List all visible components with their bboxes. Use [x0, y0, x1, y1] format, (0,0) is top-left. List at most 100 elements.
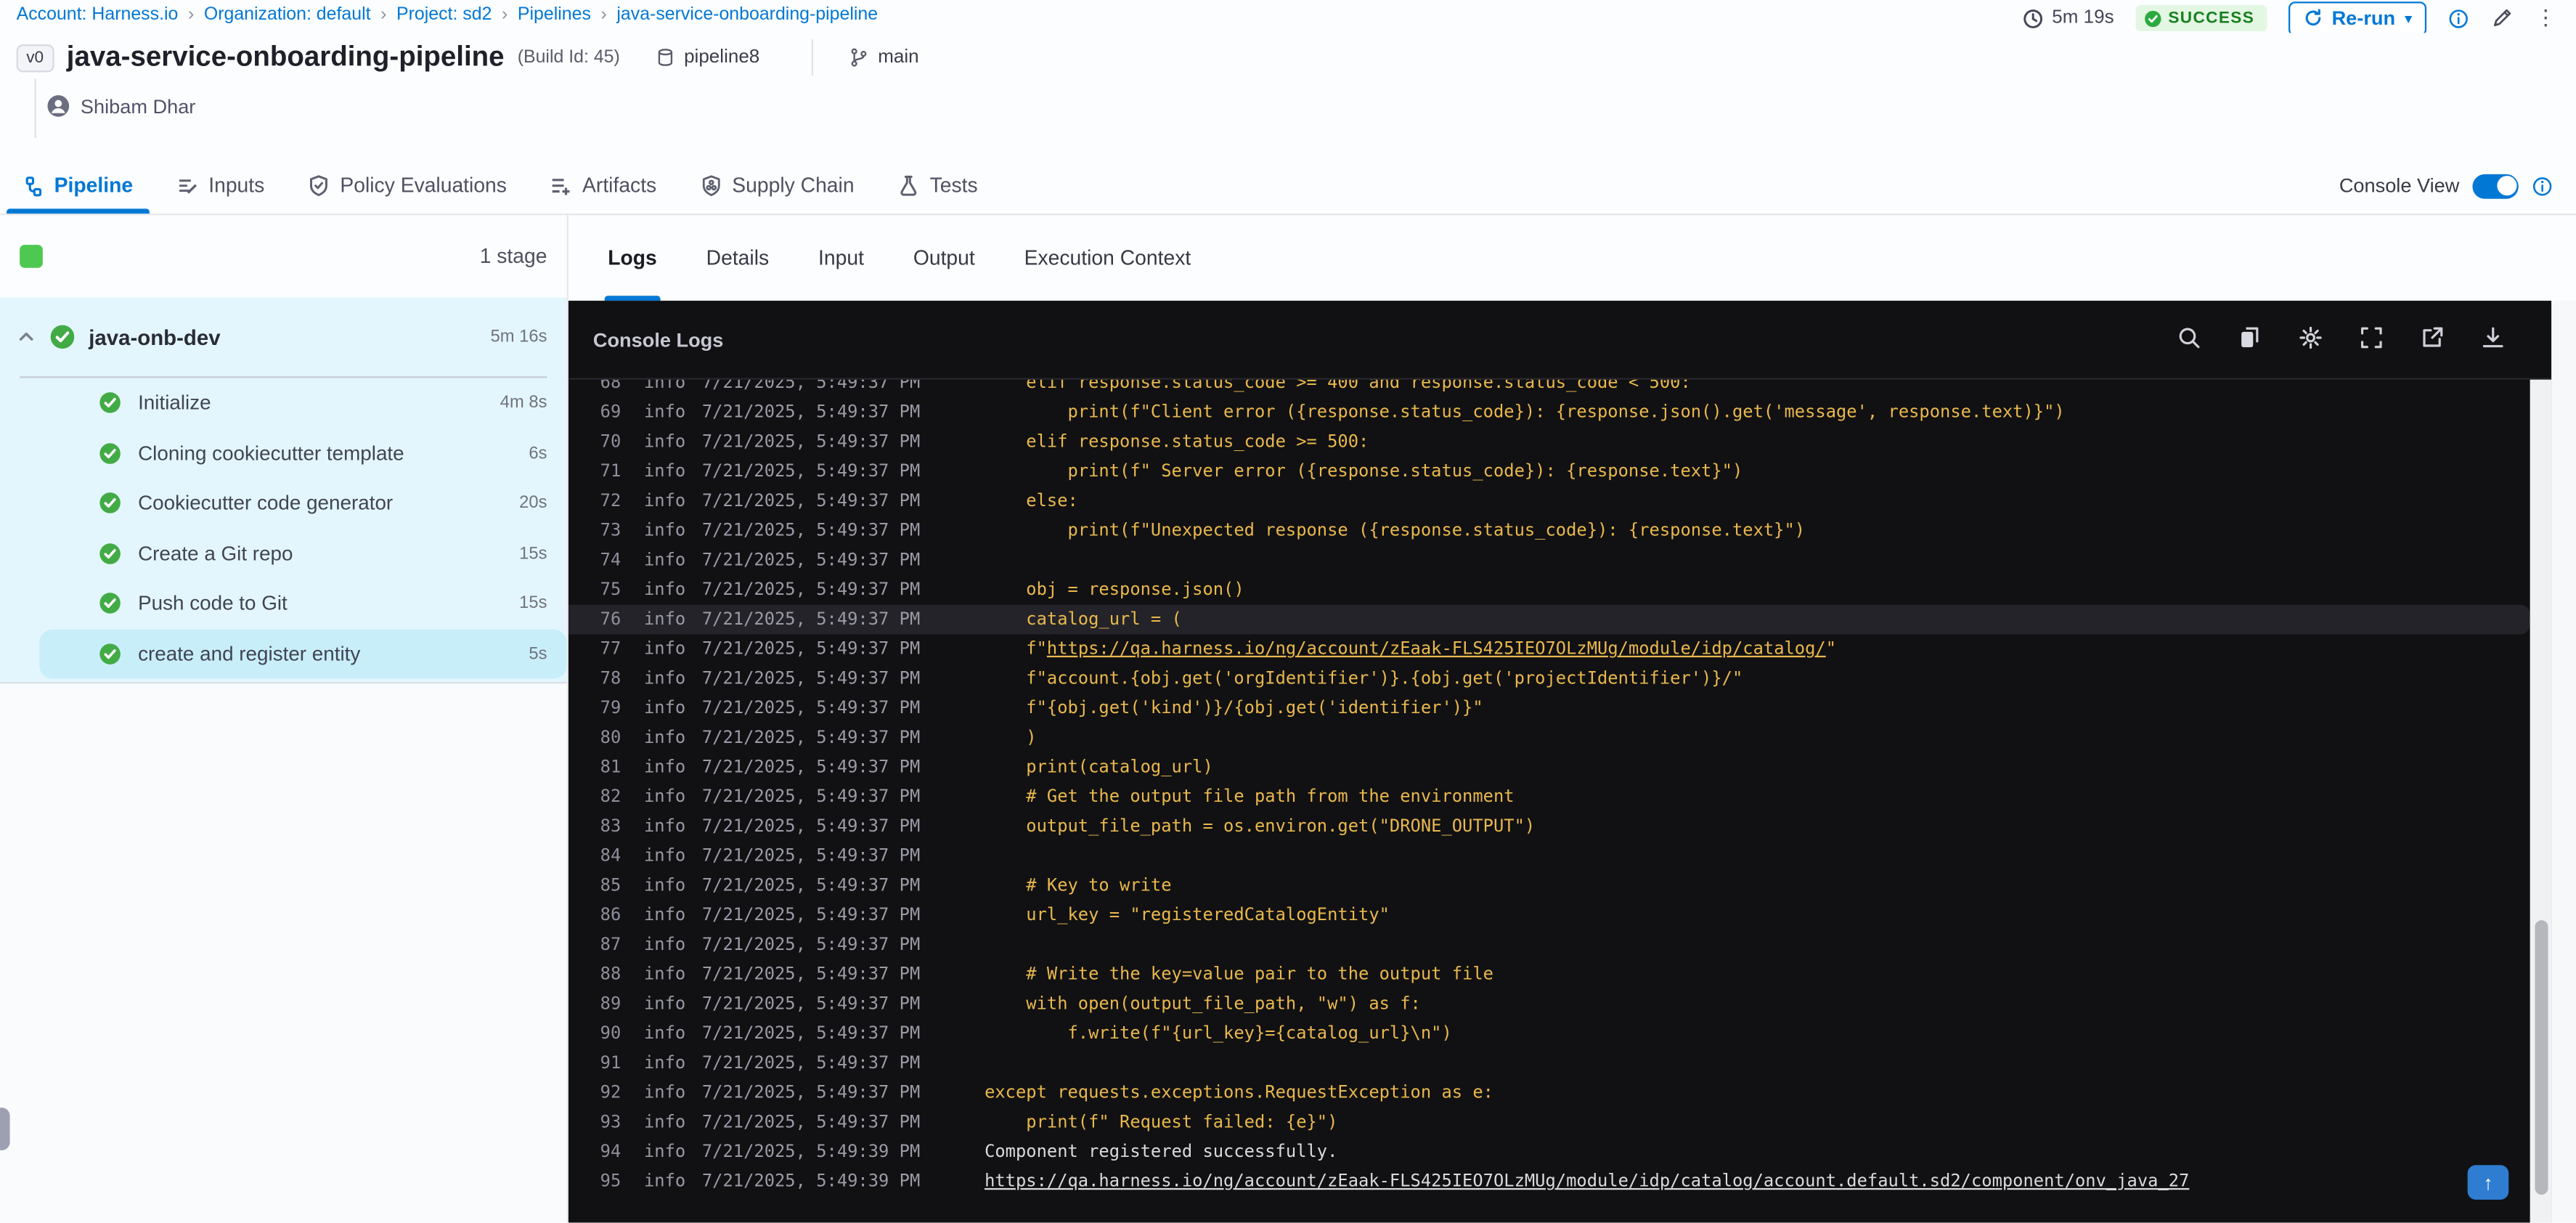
log-level: info: [644, 491, 686, 511]
stage-status-square: [20, 245, 43, 268]
copy-icon[interactable]: [2238, 325, 2262, 354]
log-text: except requests.exceptions.RequestExcept…: [985, 1083, 1493, 1102]
open-new-icon[interactable]: [2420, 325, 2445, 354]
step-duration: 15s: [519, 593, 547, 614]
console-panel: Console Logs 68 info 7/21/2025, 5:49:37 PM…: [568, 301, 2552, 1223]
step-create-and-register-entity[interactable]: create and register entity 5s: [39, 628, 567, 679]
log-tab-logs[interactable]: Logs: [604, 215, 660, 301]
step-push-code-to-git[interactable]: Push code to Git 15s: [0, 578, 567, 628]
tab-artifacts[interactable]: Artifacts: [550, 158, 656, 214]
tab-supply-chain[interactable]: Supply Chain: [699, 158, 855, 214]
log-line-number: 84: [600, 846, 621, 866]
log-text-segment: Component registered successfully.: [985, 1142, 1338, 1162]
log-text: obj = response.json(): [985, 580, 1244, 600]
branch-chip[interactable]: main: [850, 48, 919, 68]
breadcrumb-item-pipelines[interactable]: Pipelines: [518, 5, 591, 25]
log-line-number: 88: [600, 964, 621, 985]
log-link[interactable]: https://qa.harness.io/ng/account/zEaak-F…: [985, 1171, 2189, 1191]
log-tab-output[interactable]: Output: [913, 215, 975, 301]
title-block: v0 java-service-onboarding-pipeline (Bui…: [0, 33, 2576, 158]
fullscreen-icon[interactable]: [2359, 325, 2384, 354]
breadcrumb: Account: Harness.io › Organization: defaul…: [17, 5, 878, 25]
rerun-button[interactable]: Re-run ▾: [2288, 1, 2427, 36]
build-id-label: (Build Id: 45): [517, 47, 620, 68]
log-level: info: [644, 639, 686, 659]
log-line-number: 89: [600, 994, 621, 1015]
breadcrumb-item-project-sd2[interactable]: Project: sd2: [396, 5, 492, 25]
search-icon[interactable]: [2177, 325, 2201, 354]
log-text-segment: elif response.status_code >= 500:: [985, 432, 1369, 452]
log-tab-execution-context[interactable]: Execution Context: [1024, 215, 1191, 301]
log-tab-input[interactable]: Input: [818, 215, 864, 301]
log-text-segment: f"{obj.get('kind')}/{obj.get('identifier…: [985, 698, 1483, 718]
breadcrumb-item-java-service-onboarding-pipeline[interactable]: java-service-onboarding-pipeline: [616, 5, 878, 25]
log-row: 72 info 7/21/2025, 5:49:37 PM else:: [568, 487, 2530, 516]
log-text-segment: print(f" Request failed: {e}"): [985, 1112, 1338, 1133]
step-cloning-cookiecutter-template[interactable]: Cloning cookiecutter template 6s: [0, 428, 567, 478]
log-timestamp: 7/21/2025, 5:49:39 PM: [701, 1142, 921, 1162]
settings-icon[interactable]: [2299, 325, 2323, 354]
tab-inputs[interactable]: Inputs: [176, 158, 264, 214]
tab-label: Policy Evaluations: [340, 174, 507, 198]
scrollbar-thumb[interactable]: [2534, 920, 2548, 1195]
log-level: info: [644, 1171, 686, 1192]
log-level: info: [644, 1112, 686, 1133]
kebab-menu-icon[interactable]: ⋮: [2535, 5, 2556, 31]
log-level: info: [644, 402, 686, 423]
log-text: print(f"Unexpected response ({response.s…: [985, 521, 1805, 540]
main-tab-bar: Pipeline Inputs Policy Evaluations Artifact…: [0, 158, 2576, 216]
log-text-segment: f"account.{obj.get('orgIdentifier')}.{ob…: [985, 668, 1743, 689]
log-timestamp: 7/21/2025, 5:49:37 PM: [701, 728, 921, 748]
pipeline-ref-chip[interactable]: pipeline8: [656, 48, 759, 68]
drawer-handle[interactable]: [0, 1108, 10, 1150]
author-row: Shibam Dhar: [46, 94, 195, 118]
log-row: 76 info 7/21/2025, 5:49:37 PM catalog_url …: [568, 604, 2530, 635]
tab-label: Supply Chain: [732, 174, 855, 198]
log-row: 83 info 7/21/2025, 5:49:37 PM output_file_…: [568, 812, 2530, 842]
log-tab-bar: Logs Details Input Output Execution Context: [568, 215, 2576, 301]
log-level: info: [644, 1023, 686, 1044]
tab-label: Inputs: [208, 174, 265, 198]
log-text-segment: else:: [985, 491, 1078, 511]
tab-tests[interactable]: Tests: [897, 158, 978, 214]
log-tab-details[interactable]: Details: [706, 215, 769, 301]
console-scrollbar[interactable]: [2530, 379, 2552, 1223]
log-row: 93 info 7/21/2025, 5:49:37 PM print(f" Req…: [568, 1108, 2530, 1137]
log-timestamp: 7/21/2025, 5:49:37 PM: [701, 461, 921, 482]
step-cookiecutter-code-generator[interactable]: Cookiecutter code generator 20s: [0, 478, 567, 528]
breadcrumb-item-account-harness-io[interactable]: Account: Harness.io: [17, 5, 179, 25]
log-text: f.write(f"{url_key}={catalog_url}\n"): [985, 1024, 1451, 1044]
stage-row[interactable]: java-onb-dev 5m 16s: [0, 298, 567, 377]
step-initialize[interactable]: Initialize 4m 8s: [0, 378, 567, 428]
breadcrumb-item-organization-default[interactable]: Organization: default: [204, 5, 371, 25]
log-line-number: 68: [600, 379, 621, 393]
step-label: Push code to Git: [138, 592, 288, 615]
execution-duration: 5m 19s: [2023, 7, 2114, 28]
caret-down-icon: ▾: [2405, 10, 2412, 26]
log-row: 69 info 7/21/2025, 5:49:37 PM print(f"Clie…: [568, 398, 2530, 428]
log-level: info: [644, 816, 686, 837]
log-level: info: [644, 521, 686, 541]
tab-policy-evaluations[interactable]: Policy Evaluations: [307, 158, 507, 214]
avatar-icon: [46, 94, 70, 118]
log-level: info: [644, 757, 686, 778]
info-icon[interactable]: [2532, 175, 2553, 196]
log-line-number: 70: [600, 432, 621, 452]
step-label: create and register entity: [138, 642, 361, 665]
log-text-segment: f": [985, 639, 1047, 659]
step-create-a-git-repo[interactable]: Create a Git repo 15s: [0, 528, 567, 578]
log-line-number: 74: [600, 550, 621, 571]
download-icon[interactable]: [2481, 325, 2506, 354]
stage-panel: 1 stage java-onb-dev 5m 16s Initialize 4m…: [0, 215, 568, 1223]
chevron-up-icon[interactable]: [17, 327, 36, 346]
tab-pipeline[interactable]: Pipeline: [7, 158, 150, 214]
console-view-toggle[interactable]: [2472, 173, 2519, 198]
log-level: info: [644, 580, 686, 600]
supply-chain-icon: [699, 174, 722, 198]
info-icon[interactable]: [2448, 7, 2469, 28]
log-link[interactable]: https://qa.harness.io/ng/account/zEaak-F…: [1047, 639, 1826, 659]
log-text: Component registered successfully.: [985, 1142, 1337, 1162]
scroll-to-top-button[interactable]: ↑: [2467, 1165, 2509, 1200]
log-text-segment: # Get the output file path from the envi…: [985, 787, 1515, 808]
edit-icon[interactable]: [2490, 7, 2514, 30]
